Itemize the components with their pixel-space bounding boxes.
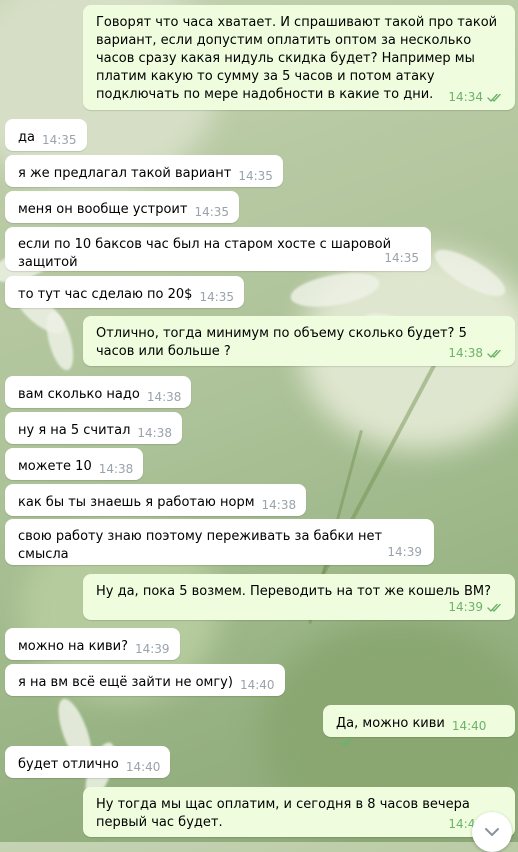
- message-text: да: [18, 130, 35, 145]
- double-check-icon: [487, 603, 501, 613]
- message-text: меня он вообще устроит: [18, 202, 188, 217]
- message-time: 14:35: [199, 290, 235, 304]
- message-time: 14:40: [451, 719, 487, 733]
- message-incoming[interactable]: вам сколько надо 14:38: [5, 376, 192, 408]
- message-text: Ну тогда мы щас оплатим, и сегодня в 8 ч…: [96, 797, 474, 830]
- message-text: можно на киви?: [18, 639, 128, 654]
- message-outgoing[interactable]: Ну да, пока 5 возмем. Переводить на тот …: [83, 574, 515, 620]
- message-time: 14:39: [134, 642, 170, 656]
- message-time: 14:38: [146, 390, 182, 404]
- message-outgoing[interactable]: Да, можно киви 14:40: [323, 705, 515, 747]
- double-check-icon: [487, 349, 501, 359]
- message-text: если по 10 баксов час был на старом хост…: [18, 237, 396, 270]
- message-time: 14:35: [41, 133, 77, 147]
- message-time: 14:38: [261, 498, 297, 512]
- message-incoming[interactable]: я же предлагал такой вариант 14:35: [5, 155, 283, 187]
- message-text: будет отлично: [18, 757, 119, 772]
- message-text: ну я на 5 считал: [18, 423, 131, 438]
- message-text: Ну да, пока 5 возмем. Переводить на тот …: [96, 584, 491, 599]
- message-incoming[interactable]: можете 10 14:38: [5, 448, 144, 480]
- message-incoming[interactable]: будет отлично 14:40: [5, 746, 171, 778]
- message-incoming[interactable]: меня он вообще устроит 14:35: [5, 191, 240, 223]
- message-incoming[interactable]: то тут час сделаю по 20$ 14:35: [5, 276, 245, 308]
- message-text: Отлично, тогда минимум по объему сколько…: [96, 326, 471, 359]
- message-incoming[interactable]: я на вм всё ещё зайти не омгу) 14:40: [5, 664, 285, 696]
- message-incoming[interactable]: можно на киви? 14:39: [5, 628, 180, 660]
- scroll-to-bottom-button[interactable]: [472, 812, 512, 852]
- message-text: Да, можно киви: [336, 716, 445, 731]
- message-time: 14:35: [238, 169, 273, 183]
- chevron-down-icon: [485, 828, 499, 836]
- message-time: 14:40: [239, 678, 275, 692]
- message-text: можете 10: [18, 459, 92, 474]
- message-outgoing[interactable]: Отлично, тогда минимум по объему сколько…: [83, 316, 515, 366]
- double-check-icon: [487, 93, 501, 103]
- message-time: 14:38: [448, 346, 483, 360]
- message-outgoing[interactable]: Ну тогда мы щас оплатим, и сегодня в 8 ч…: [83, 787, 515, 837]
- message-outgoing[interactable]: Говорят что часа хватает. И спрашивают т…: [83, 5, 515, 110]
- message-text: свою работу знаю поэтому переживать за б…: [18, 529, 387, 562]
- message-incoming[interactable]: как бы ты знаешь я работаю норм 14:38: [5, 484, 307, 516]
- message-time: 14:38: [98, 462, 134, 476]
- message-text: как бы ты знаешь я работаю норм: [18, 495, 255, 510]
- message-time: 14:38: [137, 426, 172, 440]
- message-time: 14:34: [448, 90, 483, 104]
- message-incoming[interactable]: свою работу знаю поэтому переживать за б…: [5, 519, 434, 565]
- message-time: 14:39: [387, 545, 422, 559]
- message-time: 14:35: [384, 251, 419, 265]
- message-incoming[interactable]: если по 10 баксов час был на старом хост…: [5, 227, 431, 271]
- message-time: 14:39: [448, 600, 483, 614]
- message-time: 14:35: [194, 205, 230, 219]
- message-text: я же предлагал такой вариант: [18, 166, 232, 181]
- message-list[interactable]: Говорят что часа хватает. И спрашивают т…: [0, 0, 518, 842]
- message-time: 14:40: [125, 760, 161, 774]
- message-text: вам сколько надо: [18, 387, 140, 402]
- message-text: я на вм всё ещё зайти не омгу): [18, 675, 233, 690]
- message-text: Говорят что часа хватает. И спрашивают т…: [96, 15, 502, 102]
- message-incoming[interactable]: да 14:35: [5, 119, 87, 151]
- message-text: то тут час сделаю по 20$: [18, 287, 193, 302]
- double-check-icon: [339, 737, 353, 747]
- message-incoming[interactable]: ну я на 5 считал 14:38: [5, 412, 182, 444]
